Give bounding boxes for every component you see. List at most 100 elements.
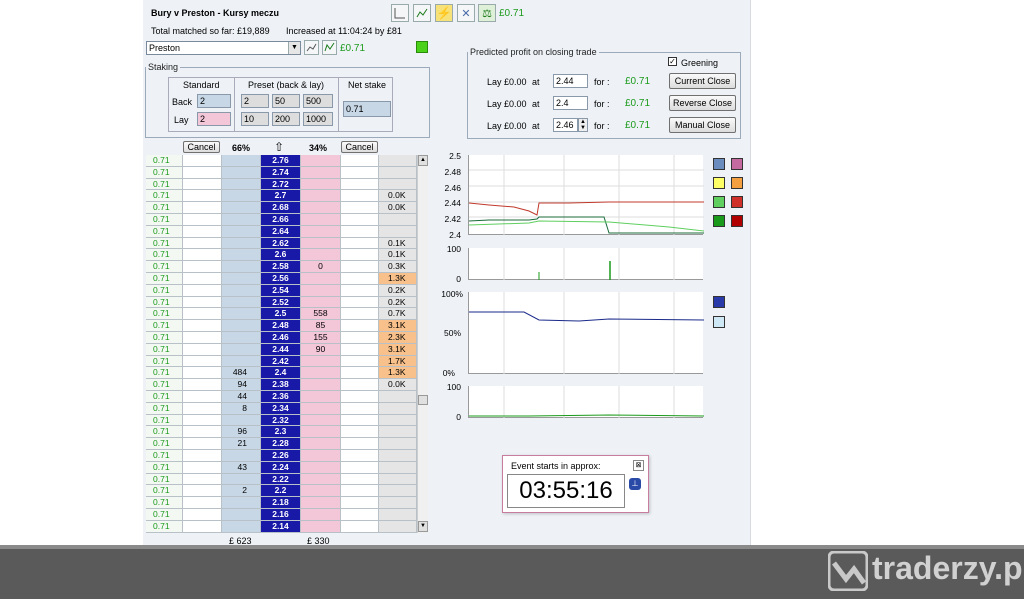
back-order-cell[interactable] [183, 214, 222, 226]
lay-order-cell[interactable] [341, 379, 379, 391]
lay-order-cell[interactable] [341, 438, 379, 450]
lay-amount[interactable] [301, 166, 341, 179]
lay-order-cell[interactable] [341, 473, 379, 486]
price-cell[interactable]: 2.38 [261, 379, 301, 391]
lay-order-cell[interactable] [341, 391, 379, 403]
chart-toggle-checkbox[interactable] [731, 158, 743, 170]
price-cell[interactable]: 2.5 [261, 308, 301, 321]
percent-toggle-checkbox[interactable] [713, 296, 725, 308]
odds-spinner[interactable]: ▲ ▼ [578, 118, 588, 132]
greening-checkbox[interactable]: ✓ [668, 57, 677, 66]
lay-order-cell[interactable] [341, 520, 379, 533]
price-cell[interactable]: 2.2 [261, 485, 301, 498]
price-cell[interactable]: 2.7 [261, 190, 301, 203]
cancel-lay-button[interactable]: Cancel [341, 141, 378, 153]
lay-amount[interactable] [301, 461, 341, 474]
back-order-cell[interactable] [183, 166, 222, 179]
price-cell[interactable]: 2.62 [261, 237, 301, 250]
selection-dropdown[interactable]: Preston ▼ [146, 41, 301, 55]
back-amount[interactable] [222, 284, 261, 297]
price-cell[interactable]: 2.4 [261, 367, 301, 380]
lay-amount[interactable] [301, 414, 341, 427]
chart-toggle-checkbox[interactable] [731, 177, 743, 189]
back-order-cell[interactable] [183, 225, 222, 238]
back-order-cell[interactable] [183, 332, 222, 344]
preset-lay-2[interactable]: 200 [272, 112, 300, 126]
preset-back-1[interactable]: 2 [241, 94, 269, 108]
price-cell[interactable]: 2.56 [261, 273, 301, 285]
disconnect-icon[interactable]: ✕ [457, 4, 475, 22]
lay-amount[interactable] [301, 497, 341, 509]
back-order-cell[interactable] [183, 273, 222, 285]
lay-amount[interactable] [301, 214, 341, 226]
chart-toggle-checkbox[interactable] [713, 158, 725, 170]
lay-order-cell[interactable] [341, 166, 379, 179]
price-cell[interactable]: 2.66 [261, 214, 301, 226]
chart-toggle-checkbox[interactable] [713, 215, 725, 227]
back-amount[interactable]: 96 [222, 426, 261, 439]
lay-amount[interactable]: 90 [301, 343, 341, 356]
back-amount[interactable]: 2 [222, 485, 261, 498]
back-order-cell[interactable] [183, 509, 222, 521]
back-amount[interactable] [222, 509, 261, 521]
lay-amount[interactable] [301, 379, 341, 391]
lay-order-cell[interactable] [341, 402, 379, 415]
scroll-thumb[interactable] [418, 395, 428, 405]
price-cell[interactable]: 2.26 [261, 450, 301, 462]
back-order-cell[interactable] [183, 461, 222, 474]
lay-order-cell[interactable] [341, 450, 379, 462]
price-cell[interactable]: 2.18 [261, 497, 301, 509]
lay-amount[interactable] [301, 178, 341, 191]
back-amount[interactable] [222, 473, 261, 486]
lay-order-cell[interactable] [341, 225, 379, 238]
back-amount[interactable] [222, 249, 261, 262]
back-order-cell[interactable] [183, 296, 222, 309]
back-order-cell[interactable] [183, 355, 222, 368]
lay-amount[interactable] [301, 273, 341, 285]
price-cell[interactable]: 2.58 [261, 261, 301, 273]
back-order-cell[interactable] [183, 379, 222, 391]
price-cell[interactable]: 2.52 [261, 296, 301, 309]
lay-order-cell[interactable] [341, 308, 379, 321]
lay-order-cell[interactable] [341, 237, 379, 250]
back-order-cell[interactable] [183, 426, 222, 439]
back-amount[interactable] [222, 332, 261, 344]
price-cell[interactable]: 2.3 [261, 426, 301, 439]
lay-order-cell[interactable] [341, 343, 379, 356]
back-amount[interactable]: 43 [222, 461, 261, 474]
back-amount[interactable]: 94 [222, 379, 261, 391]
lay-order-cell[interactable] [341, 284, 379, 297]
lay-order-cell[interactable] [341, 273, 379, 285]
lay-amount[interactable] [301, 450, 341, 462]
lay-amount[interactable] [301, 249, 341, 262]
lay-amount[interactable] [301, 426, 341, 439]
lay-amount[interactable] [301, 190, 341, 203]
lay-order-cell[interactable] [341, 485, 379, 498]
lay-amount[interactable] [301, 202, 341, 214]
price-cell[interactable]: 2.72 [261, 178, 301, 191]
lay-order-cell[interactable] [341, 367, 379, 380]
ladder-scrollbar[interactable]: ▲ ▼ [417, 155, 428, 533]
chart-small-icon[interactable] [304, 40, 319, 55]
chart-toggle-checkbox[interactable] [713, 177, 725, 189]
back-amount[interactable] [222, 355, 261, 368]
lay-order-cell[interactable] [341, 296, 379, 309]
chart-toggle-checkbox[interactable] [731, 215, 743, 227]
lay-amount[interactable]: 85 [301, 320, 341, 332]
lay-amount[interactable] [301, 485, 341, 498]
price-cell[interactable]: 2.24 [261, 461, 301, 474]
price-cell[interactable]: 2.68 [261, 202, 301, 214]
back-amount[interactable] [222, 202, 261, 214]
price-cell[interactable]: 2.32 [261, 414, 301, 427]
back-order-cell[interactable] [183, 485, 222, 498]
back-amount[interactable]: 21 [222, 438, 261, 450]
reverse-close-button[interactable]: Reverse Close [669, 95, 736, 111]
chart-toggle-checkbox[interactable] [713, 196, 725, 208]
lay-amount[interactable] [301, 225, 341, 238]
lay-stake-input[interactable]: 2 [197, 112, 231, 126]
back-order-cell[interactable] [183, 190, 222, 203]
back-amount[interactable] [222, 261, 261, 273]
lay-order-cell[interactable] [341, 202, 379, 214]
price-cell[interactable]: 2.34 [261, 402, 301, 415]
lay-order-cell[interactable] [341, 155, 379, 167]
